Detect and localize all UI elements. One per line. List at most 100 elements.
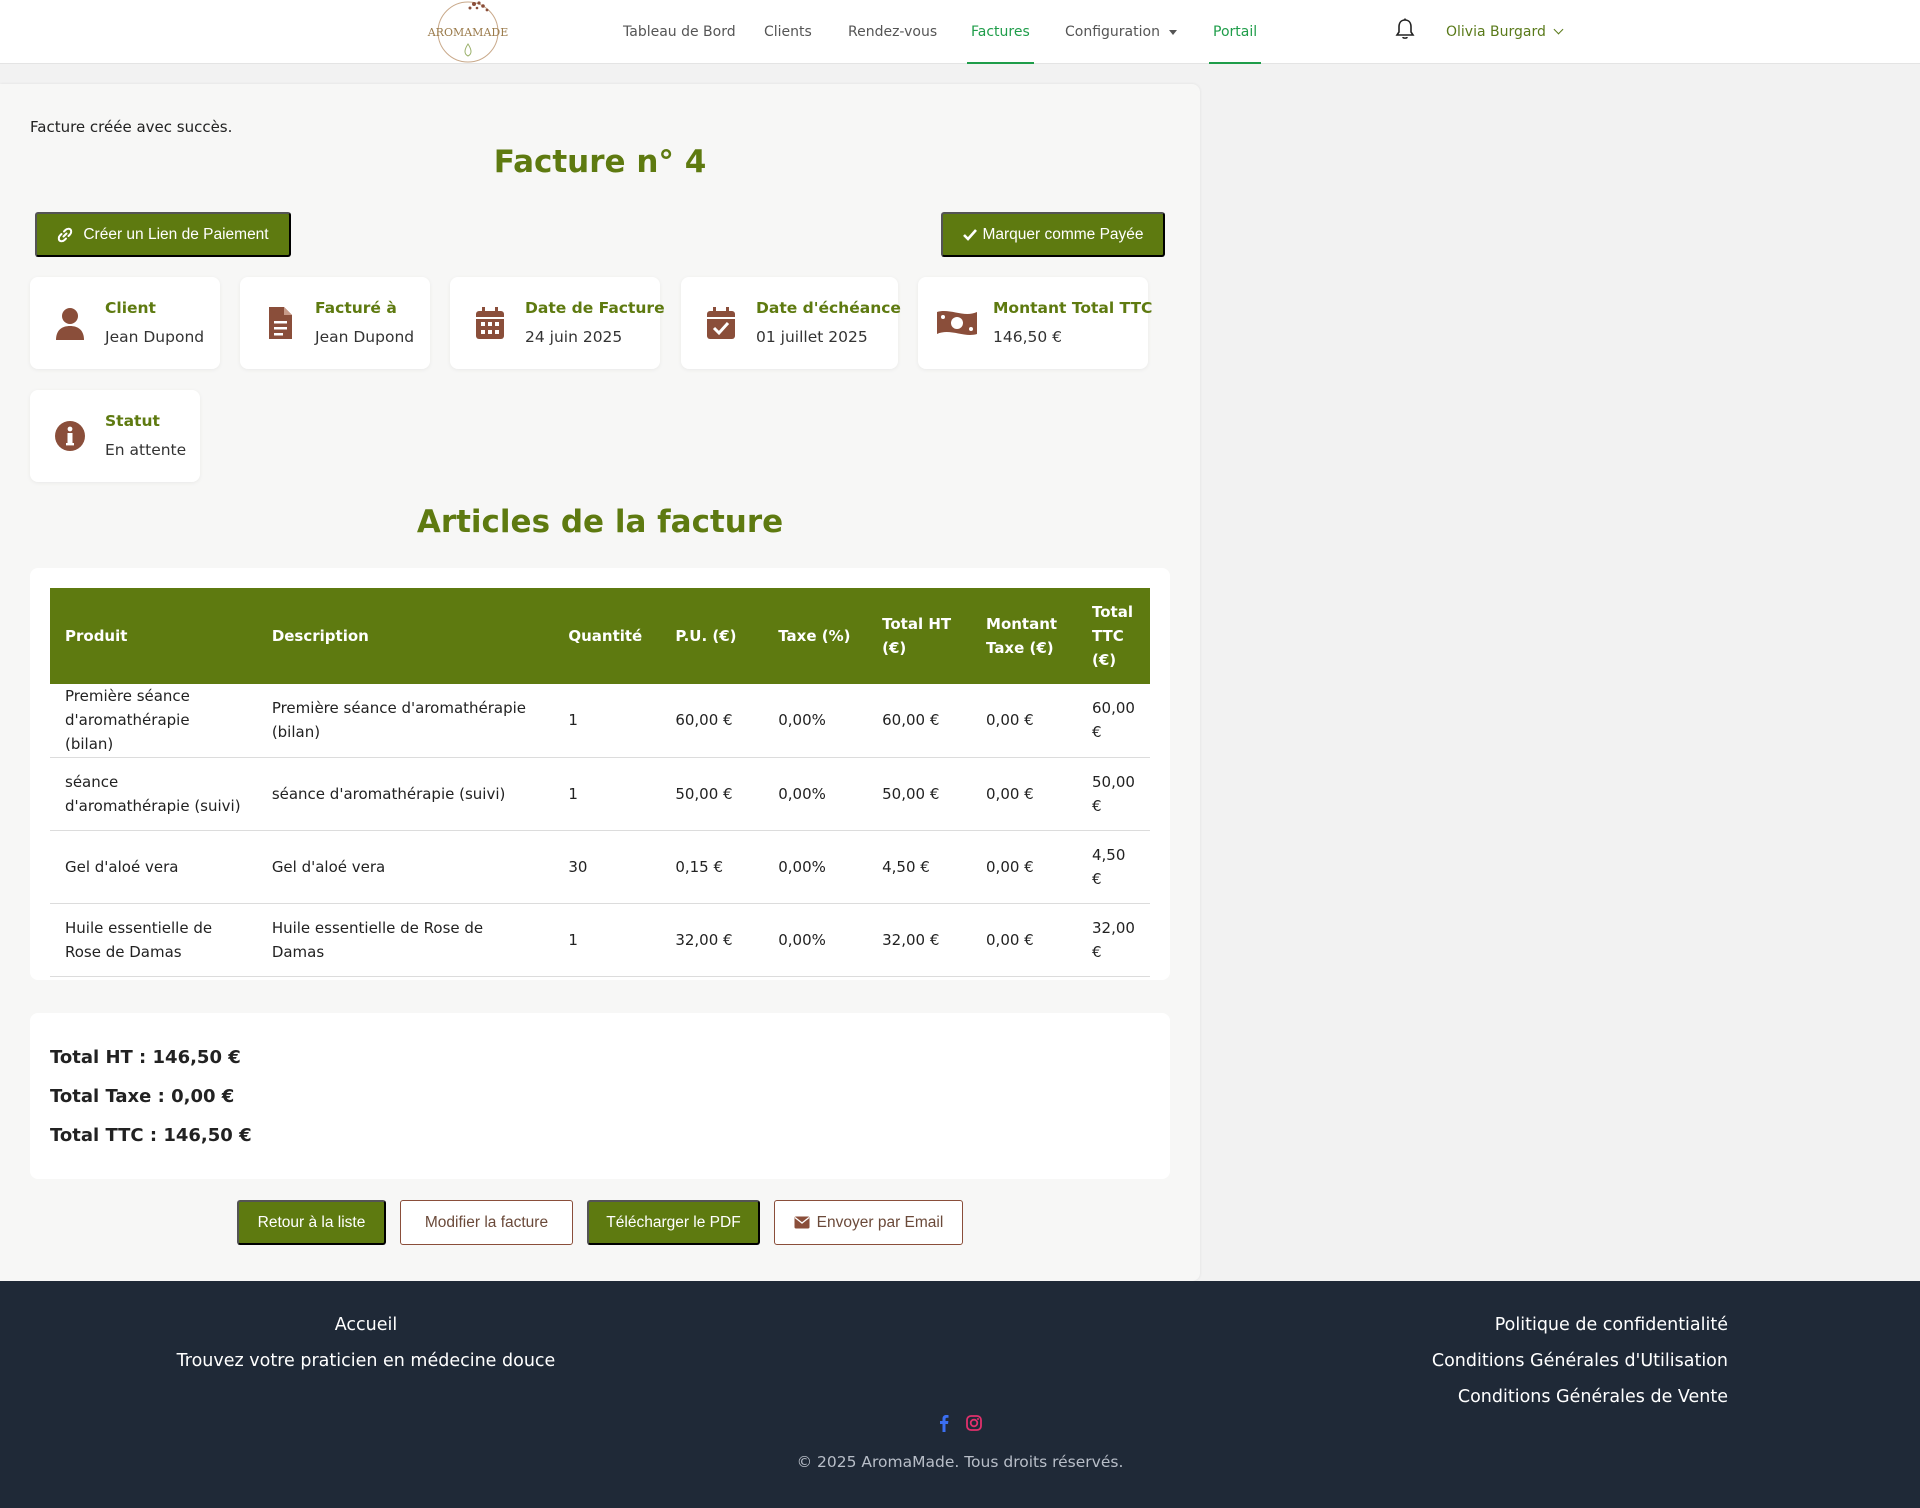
facebook-icon[interactable] bbox=[939, 1414, 949, 1434]
column-header: Quantité bbox=[553, 588, 661, 684]
info-card-label: Montant Total TTC bbox=[993, 299, 1153, 317]
mark-as-paid-button[interactable]: Marquer comme Payée bbox=[941, 212, 1165, 257]
mark-as-paid-label: Marquer comme Payée bbox=[982, 225, 1144, 243]
chevron-down-icon bbox=[1553, 24, 1564, 35]
table-cell: 32,00 € bbox=[660, 903, 764, 977]
table-cell: 0,00 € bbox=[971, 757, 1077, 831]
total-tax: Total Taxe : 0,00 € bbox=[50, 1086, 235, 1107]
table-cell: 50,00 € bbox=[1076, 757, 1150, 831]
create-payment-link-label: Créer un Lien de Paiement bbox=[83, 225, 269, 243]
table-cell: 4,50 € bbox=[1076, 830, 1150, 904]
info-card-value: 01 juillet 2025 bbox=[756, 328, 868, 346]
column-header: Description bbox=[256, 588, 554, 684]
footer-link-find-practitioner[interactable]: Trouvez votre praticien en médecine douc… bbox=[116, 1351, 616, 1371]
table-cell: Huile essentielle de Rose de Damas bbox=[50, 903, 257, 977]
total-ht: Total HT : 146,50 € bbox=[50, 1047, 241, 1068]
send-email-button[interactable]: Envoyer par Email bbox=[774, 1200, 963, 1245]
table-cell: 0,00 € bbox=[971, 830, 1077, 904]
table-header-row: Produit Description Quantité P.U. (€) Ta… bbox=[50, 588, 1150, 684]
table-cell: Première séance d'aromathérapie (bilan) bbox=[256, 684, 554, 758]
money-bill-icon bbox=[937, 311, 977, 335]
top-navbar: AROMAMADE Tableau de Bord Clients Rendez… bbox=[0, 0, 1920, 64]
info-card-client: Client Jean Dupond bbox=[30, 277, 220, 369]
items-table-card: Produit Description Quantité P.U. (€) Ta… bbox=[30, 568, 1170, 980]
table-cell: 50,00 € bbox=[867, 757, 972, 831]
info-card-value: 24 juin 2025 bbox=[525, 328, 623, 346]
create-payment-link-button[interactable]: Créer un Lien de Paiement bbox=[35, 212, 291, 257]
table-cell: 50,00 € bbox=[660, 757, 764, 831]
table-cell: 0,00% bbox=[763, 684, 868, 758]
nav-factures[interactable]: Factures bbox=[967, 0, 1034, 64]
column-header: Taxe (%) bbox=[763, 588, 868, 684]
footer-link-accueil[interactable]: Accueil bbox=[116, 1315, 616, 1335]
table-cell: 60,00 € bbox=[867, 684, 972, 758]
nav-tableau-de-bord[interactable]: Tableau de Bord bbox=[623, 0, 736, 64]
check-icon bbox=[963, 228, 978, 241]
info-card-label: Client bbox=[105, 299, 156, 317]
invoice-panel: Facture créée avec succès. Facture n° 4 … bbox=[0, 84, 1200, 1281]
table-cell: 0,00% bbox=[763, 830, 868, 904]
table-row: Gel d'aloé vera Gel d'aloé vera 30 0,15 … bbox=[50, 830, 1150, 904]
info-card-status: Statut En attente bbox=[30, 390, 200, 482]
invoice-items-table: Produit Description Quantité P.U. (€) Ta… bbox=[50, 588, 1150, 977]
nav-clients[interactable]: Clients bbox=[764, 0, 812, 64]
info-card-value: 146,50 € bbox=[993, 328, 1063, 346]
download-pdf-button[interactable]: Télécharger le PDF bbox=[587, 1200, 760, 1245]
back-to-list-button[interactable]: Retour à la liste bbox=[237, 1200, 386, 1245]
column-header: Total HT (€) bbox=[867, 588, 972, 684]
column-header: Total TTC (€) bbox=[1076, 588, 1150, 684]
envelope-icon bbox=[794, 1216, 810, 1229]
svg-text:AROMAMADE: AROMAMADE bbox=[427, 26, 509, 39]
info-card-label: Date de Facture bbox=[525, 299, 665, 317]
table-cell: Huile essentielle de Rose de Damas bbox=[256, 903, 554, 977]
footer-link-cgu[interactable]: Conditions Générales d'Utilisation bbox=[1432, 1351, 1728, 1371]
file-invoice-icon bbox=[269, 307, 292, 339]
instagram-icon[interactable] bbox=[966, 1414, 982, 1434]
user-menu[interactable]: Olivia Burgard bbox=[1446, 0, 1564, 64]
info-card-label: Date d'échéance bbox=[756, 299, 901, 317]
aromamade-logo[interactable]: AROMAMADE bbox=[426, 0, 510, 64]
info-card-label: Statut bbox=[105, 412, 160, 430]
success-alert: Facture créée avec succès. bbox=[30, 118, 233, 136]
link-icon bbox=[58, 227, 73, 242]
send-email-label: Envoyer par Email bbox=[816, 1213, 944, 1231]
table-cell: 32,00 € bbox=[1076, 903, 1150, 977]
table-cell: Gel d'aloé vera bbox=[50, 830, 257, 904]
table-cell: 0,00% bbox=[763, 903, 868, 977]
nav-configuration[interactable]: Configuration bbox=[1065, 0, 1177, 64]
table-cell: 60,00 € bbox=[1076, 684, 1150, 758]
table-cell: 60,00 € bbox=[660, 684, 764, 758]
user-icon bbox=[56, 308, 84, 340]
table-cell: 0,00 € bbox=[971, 684, 1077, 758]
table-cell: 0,15 € bbox=[660, 830, 764, 904]
calendar-icon bbox=[476, 307, 504, 339]
table-row: Première séance d'aromathérapie (bilan) … bbox=[50, 684, 1150, 758]
table-cell: Première séance d'aromathérapie (bilan) bbox=[50, 684, 257, 758]
table-row: Huile essentielle de Rose de Damas Huile… bbox=[50, 903, 1150, 977]
nav-rendez-vous[interactable]: Rendez-vous bbox=[848, 0, 937, 64]
bell-icon[interactable] bbox=[1395, 18, 1415, 40]
column-header: P.U. (€) bbox=[660, 588, 764, 684]
edit-invoice-button[interactable]: Modifier la facture bbox=[400, 1200, 573, 1245]
site-footer: Accueil Trouvez votre praticien en médec… bbox=[0, 1281, 1920, 1508]
nav-portail[interactable]: Portail bbox=[1208, 0, 1262, 64]
nav-configuration-label: Configuration bbox=[1065, 24, 1160, 40]
caret-down-icon bbox=[1168, 29, 1177, 35]
info-card-invoice-date: Date de Facture 24 juin 2025 bbox=[450, 277, 665, 369]
table-cell: séance d'aromathérapie (suivi) bbox=[256, 757, 554, 831]
info-card-value: Jean Dupond bbox=[105, 328, 205, 346]
calendar-check-icon bbox=[707, 307, 735, 339]
footer-link-cgv[interactable]: Conditions Générales de Vente bbox=[1458, 1387, 1728, 1407]
invoice-title: Facture n° 4 bbox=[493, 144, 707, 180]
table-cell: Gel d'aloé vera bbox=[256, 830, 554, 904]
table-cell: 32,00 € bbox=[867, 903, 972, 977]
info-card-value: Jean Dupond bbox=[315, 328, 415, 346]
total-ttc: Total TTC : 146,50 € bbox=[50, 1125, 252, 1146]
table-cell: 1 bbox=[553, 903, 661, 977]
footer-link-privacy[interactable]: Politique de confidentialité bbox=[1495, 1315, 1728, 1335]
column-header: Montant Taxe (€) bbox=[971, 588, 1077, 684]
info-card-value: En attente bbox=[105, 441, 187, 459]
info-card-billed-to: Facturé à Jean Dupond bbox=[240, 277, 430, 369]
table-cell: 4,50 € bbox=[867, 830, 972, 904]
table-cell: 0,00% bbox=[763, 757, 868, 831]
